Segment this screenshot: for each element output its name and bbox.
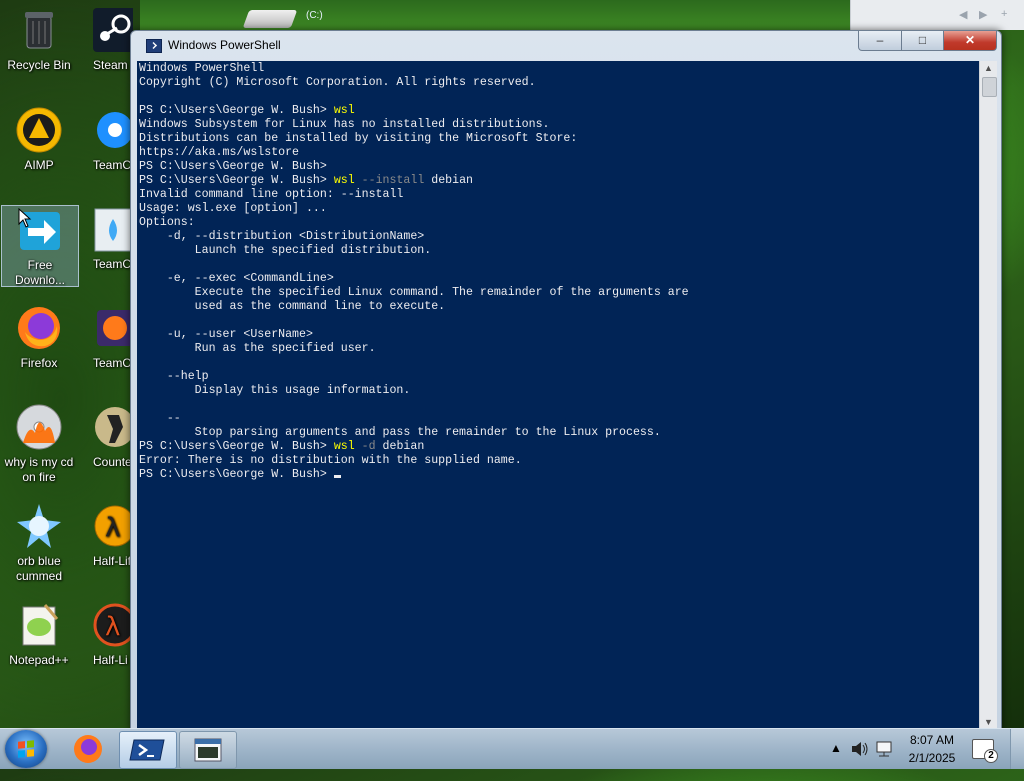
desktop-icon-teamos[interactable]: TeamOS bbox=[93, 304, 133, 371]
desktop-icon-label: AIMP bbox=[24, 158, 54, 172]
scroll-down-icon[interactable]: ▼ bbox=[984, 717, 993, 727]
firefox-icon bbox=[15, 304, 63, 352]
desktop-icon-label: why is my cd on fire bbox=[4, 455, 74, 484]
desktop-icon-counter-strike[interactable]: Counter- Sourc bbox=[93, 403, 133, 470]
desktop-icon-teamc[interactable]: TeamC bbox=[93, 205, 133, 272]
close-button[interactable]: ✕ bbox=[943, 31, 997, 51]
firefox-icon bbox=[74, 735, 102, 763]
desktop-icon-label: Notepad++ bbox=[9, 653, 69, 667]
desktop-icon-label: Recycle Bin bbox=[7, 58, 71, 72]
notepad-plus-plus-icon bbox=[15, 601, 63, 649]
desktop-icon-label: orb blue cummed bbox=[15, 554, 62, 583]
show-desktop-button[interactable] bbox=[1010, 729, 1024, 769]
desktop-icon-label: Half-Lif bbox=[93, 554, 132, 568]
burning-cd-icon bbox=[15, 403, 63, 451]
console-output[interactable]: Windows PowerShell Copyright (C) Microso… bbox=[137, 61, 979, 729]
start-button[interactable] bbox=[5, 730, 47, 768]
desktop-icon-label: Firefox bbox=[20, 356, 58, 370]
teamcity-facebook-icon bbox=[93, 106, 133, 154]
taskbar-clock[interactable]: 8:07 AM 2/1/2025 bbox=[898, 731, 966, 767]
forward-arrow-icon: ▶ bbox=[979, 9, 988, 21]
window-title: Windows PowerShell bbox=[168, 38, 281, 52]
background-window-toolbar: ◀ ▶ + bbox=[850, 0, 1024, 30]
desktop-icon-teamc-facebook[interactable]: TeamC Facebo bbox=[93, 106, 133, 173]
half-life-icon: λ bbox=[93, 502, 133, 550]
desktop-icon-notepad-plus-plus[interactable]: Notepad++ bbox=[1, 601, 77, 668]
console-window-icon bbox=[194, 738, 222, 762]
action-center-icon[interactable]: 2 bbox=[972, 739, 998, 763]
desktop-icon-half-life[interactable]: λ Half-Lif bbox=[93, 502, 133, 569]
desktop-icon-label: Free Downlo... bbox=[14, 258, 66, 287]
add-icon: + bbox=[1001, 8, 1008, 20]
mouse-cursor-icon bbox=[18, 208, 32, 228]
powershell-icon bbox=[146, 39, 162, 53]
volume-icon[interactable] bbox=[850, 739, 870, 779]
teamos-firefox-icon bbox=[93, 304, 133, 352]
desktop-icon-label: Half-Li Sourc bbox=[93, 653, 133, 667]
powershell-icon bbox=[129, 739, 165, 761]
aimp-icon bbox=[15, 106, 63, 154]
taskbar-firefox[interactable] bbox=[60, 731, 116, 767]
desktop-icon-steam[interactable]: Steam bbox=[93, 6, 133, 73]
powershell-window[interactable]: Windows PowerShell ‒ □ ✕ Windows PowerSh… bbox=[130, 30, 1002, 732]
vertical-scrollbar[interactable]: ▲ ▼ bbox=[979, 61, 997, 729]
network-icon[interactable] bbox=[875, 739, 895, 779]
back-arrow-icon: ◀ bbox=[959, 9, 968, 21]
scrollbar-thumb[interactable] bbox=[982, 77, 997, 97]
half-life-source-icon: λ bbox=[93, 601, 133, 649]
scroll-up-icon[interactable]: ▲ bbox=[984, 63, 993, 73]
taskbar: ▲ 8:07 AM 2/1/2025 2 bbox=[0, 728, 1024, 769]
desktop-icon-blue-orb[interactable]: orb blue cummed bbox=[1, 502, 77, 584]
taskbar-console-window[interactable] bbox=[179, 731, 237, 769]
notification-count: 2 bbox=[984, 749, 998, 763]
desktop-icon-label: Steam bbox=[93, 58, 128, 72]
desktop-icon-label: TeamC Facebo bbox=[93, 158, 133, 172]
maximize-button[interactable]: □ bbox=[901, 31, 944, 51]
drive-icon bbox=[242, 10, 298, 28]
svg-text:λ: λ bbox=[105, 612, 120, 642]
desktop-icon-aimp[interactable]: AIMP bbox=[1, 106, 77, 173]
recycle-bin-icon bbox=[15, 6, 63, 54]
svg-text:λ: λ bbox=[105, 513, 120, 543]
drive-label: (C:) bbox=[306, 10, 323, 21]
teamc-icon bbox=[93, 205, 133, 253]
steam-icon bbox=[93, 6, 133, 54]
show-hidden-icons-icon[interactable]: ▲ bbox=[830, 741, 842, 781]
clock-time: 8:07 AM bbox=[909, 733, 955, 747]
minimize-button[interactable]: ‒ bbox=[858, 31, 902, 51]
taskbar-powershell[interactable] bbox=[119, 731, 177, 769]
desktop-icon-recycle-bin[interactable]: Recycle Bin bbox=[1, 6, 77, 73]
desktop-icon-half-life-source[interactable]: λ Half-Li Sourc bbox=[93, 601, 133, 668]
clock-date: 2/1/2025 bbox=[908, 751, 956, 765]
text-cursor bbox=[333, 475, 341, 478]
desktop-icon-burning-cd[interactable]: why is my cd on fire bbox=[1, 403, 77, 485]
counter-strike-icon bbox=[93, 403, 133, 451]
desktop-icon-firefox[interactable]: Firefox bbox=[1, 304, 77, 371]
desktop-icon-label: TeamC bbox=[93, 257, 132, 271]
desktop-icon-free-download-manager[interactable]: Free Downlo... bbox=[1, 205, 79, 287]
desktop-icon-label: Counter- Sourc bbox=[93, 455, 133, 469]
desktop-icon-label: TeamOS bbox=[93, 356, 133, 370]
console-text: Windows PowerShell Copyright (C) Microso… bbox=[139, 62, 689, 481]
window-titlebar[interactable]: Windows PowerShell ‒ □ ✕ bbox=[131, 31, 1001, 59]
blue-orb-icon bbox=[15, 502, 63, 550]
